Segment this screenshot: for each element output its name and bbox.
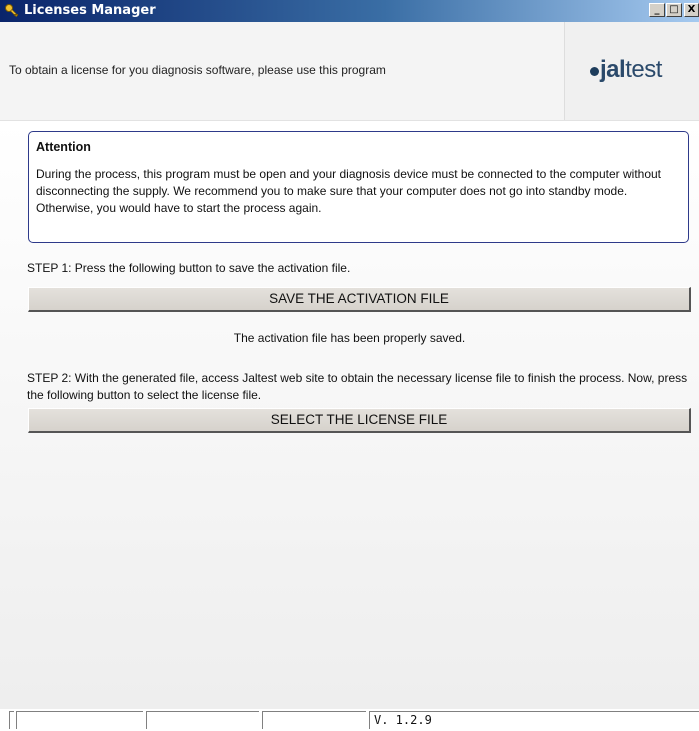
status-panel (146, 711, 259, 729)
version-label: V. 1.2.9 (374, 713, 432, 727)
status-panel-version: V. 1.2.9 (369, 711, 699, 729)
window-title: Licenses Manager (24, 3, 156, 18)
title-bar[interactable]: Licenses Manager _ □ X (0, 0, 699, 22)
step2-instructions: STEP 2: With the generated file, access … (27, 371, 688, 402)
minimize-button[interactable]: _ (649, 3, 665, 17)
logo-bold-text: jal (600, 56, 626, 83)
logo-dot-icon (590, 67, 599, 76)
attention-box: Attention During the process, this progr… (28, 131, 689, 243)
header-panel: To obtain a license for you diagnosis so… (0, 22, 699, 121)
status-panel (16, 711, 143, 729)
activation-saved-message: The activation file has been properly sa… (233, 331, 466, 345)
status-panel (262, 711, 366, 729)
key-icon (4, 3, 20, 19)
save-activation-file-button[interactable]: SAVE THE ACTIVATION FILE (28, 287, 691, 312)
main-content: Attention During the process, this progr… (0, 121, 699, 709)
attention-text: During the process, this program must be… (36, 167, 662, 215)
close-button[interactable]: X (684, 3, 699, 17)
logo-light-text: test (625, 56, 662, 83)
status-panel (9, 711, 14, 729)
jaltest-logo: jaltest (590, 56, 662, 84)
header-description: To obtain a license for you diagnosis so… (9, 63, 386, 77)
select-license-file-button[interactable]: SELECT THE LICENSE FILE (28, 408, 691, 433)
attention-title: Attention (36, 140, 91, 154)
logo-panel: jaltest (564, 22, 699, 120)
step1-instructions: STEP 1: Press the following button to sa… (27, 261, 351, 275)
status-bar: V. 1.2.9 (0, 709, 699, 731)
maximize-button[interactable]: □ (666, 3, 682, 17)
